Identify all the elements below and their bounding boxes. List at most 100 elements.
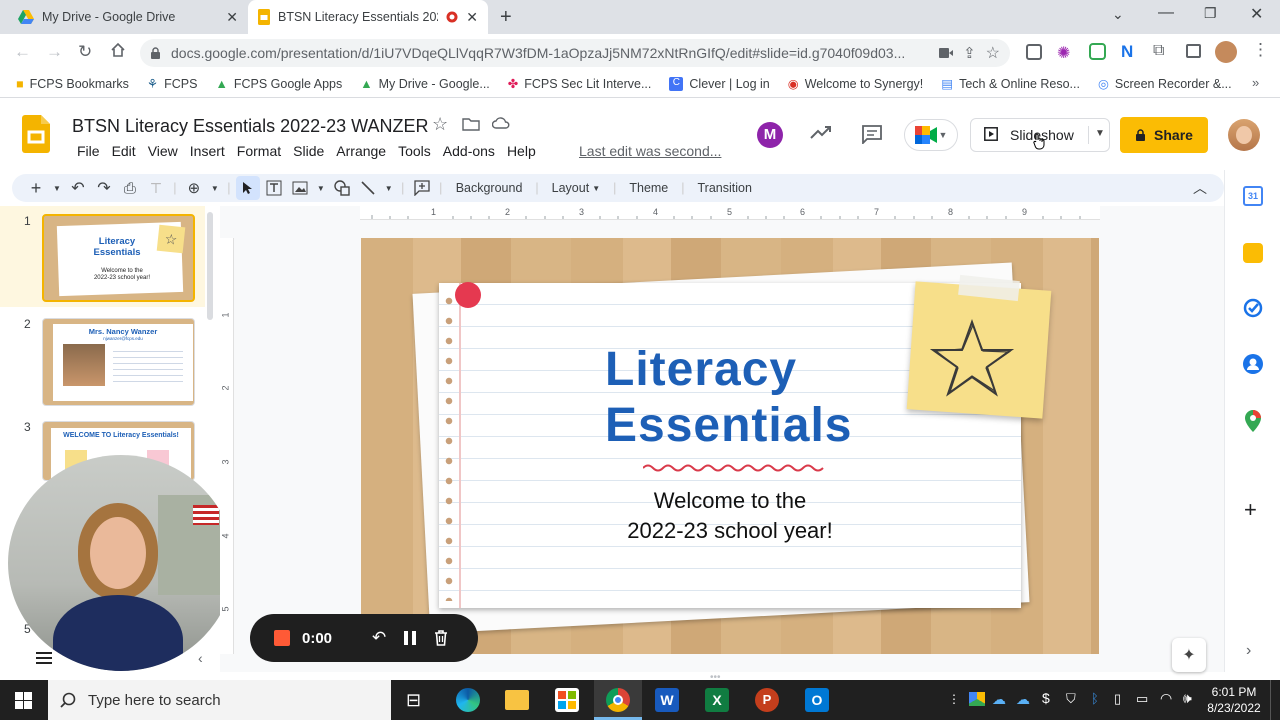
meet-button[interactable]: ▼ bbox=[904, 119, 958, 151]
url-bar[interactable]: docs.google.com/presentation/d/1iU7VDqeQ… bbox=[140, 39, 1010, 67]
close-icon[interactable]: ✕ bbox=[226, 9, 238, 26]
camera-icon[interactable] bbox=[939, 48, 954, 58]
task-view-icon[interactable]: ⊟ bbox=[406, 690, 421, 711]
last-edit-link[interactable]: Last edit was second... bbox=[579, 143, 721, 159]
calendar-icon[interactable]: 31 bbox=[1243, 186, 1263, 206]
tasks-icon[interactable] bbox=[1243, 298, 1263, 318]
tray-drive-icon[interactable] bbox=[969, 692, 985, 706]
menu-add-ons[interactable]: Add-ons bbox=[437, 143, 501, 159]
comments-icon[interactable] bbox=[861, 124, 883, 144]
taskbar-search-box[interactable]: Type here to search bbox=[48, 680, 391, 720]
side-panel-icon[interactable] bbox=[1186, 44, 1201, 58]
battery-icon[interactable]: ▭ bbox=[1136, 691, 1148, 707]
menu-edit[interactable]: Edit bbox=[106, 143, 142, 159]
undo-icon[interactable]: ↶ bbox=[66, 176, 90, 200]
slide-thumbnail-1[interactable]: ☆ Literacy Essentials Welcome to the 2022-… bbox=[42, 214, 195, 302]
volume-icon[interactable]: 🕪 bbox=[1183, 690, 1192, 707]
share-button[interactable]: Share bbox=[1120, 117, 1208, 153]
bookmark-fcps-google-apps[interactable]: ▲ FCPS Google Apps bbox=[206, 77, 351, 91]
back-arrow-icon[interactable]: ← bbox=[14, 42, 31, 62]
pause-icon[interactable] bbox=[404, 631, 417, 645]
maps-icon[interactable] bbox=[1245, 410, 1261, 432]
theme-button[interactable]: Theme bbox=[621, 176, 676, 200]
slideshow-play-icon[interactable] bbox=[984, 127, 998, 141]
image-icon[interactable] bbox=[288, 176, 312, 200]
chevron-down-icon[interactable]: ▼ bbox=[208, 176, 222, 200]
restart-icon[interactable]: ↶ bbox=[372, 628, 386, 648]
keep-icon[interactable] bbox=[1243, 243, 1263, 263]
tray-dollar-icon[interactable]: $ bbox=[1042, 690, 1050, 706]
print-icon[interactable]: ⎙ bbox=[118, 176, 142, 200]
layout-button[interactable]: Layout ▼ bbox=[544, 176, 608, 200]
bookmark-fcps-bookmarks[interactable]: ■ FCPS Bookmarks bbox=[0, 77, 138, 91]
expand-panel-icon[interactable]: › bbox=[1246, 642, 1251, 660]
bookmark-synergy[interactable]: ◉ Welcome to Synergy! bbox=[779, 76, 933, 92]
filmstrip-grid-view-icon[interactable] bbox=[36, 652, 54, 666]
tray-onedrive-business-icon[interactable]: ☁ bbox=[1016, 691, 1030, 708]
home-icon[interactable] bbox=[110, 42, 126, 58]
add-addon-icon[interactable]: + bbox=[1244, 497, 1257, 523]
word-icon[interactable]: W bbox=[655, 688, 679, 712]
tray-usb-icon[interactable]: ▯ bbox=[1114, 691, 1121, 707]
tray-mic-icon[interactable]: ⋮ bbox=[948, 692, 960, 706]
insert-comment-icon[interactable] bbox=[410, 176, 434, 200]
slideshow-dropdown-icon[interactable]: ▼ bbox=[1095, 128, 1105, 139]
edge-icon[interactable] bbox=[456, 688, 480, 712]
new-tab-icon[interactable]: + bbox=[500, 6, 512, 29]
menu-format[interactable]: Format bbox=[231, 143, 287, 159]
pocket-extension-icon[interactable] bbox=[1026, 44, 1042, 60]
stop-record-button[interactable] bbox=[274, 630, 290, 646]
flower-extension-icon[interactable]: ✺ bbox=[1057, 43, 1070, 63]
restore-icon[interactable]: ❐ bbox=[1204, 5, 1217, 22]
star-icon[interactable]: ☆ bbox=[986, 43, 1000, 63]
move-folder-icon[interactable] bbox=[462, 117, 480, 131]
windows-start-icon[interactable] bbox=[15, 692, 32, 709]
system-clock[interactable]: 6:01 PM 8/23/2022 bbox=[1204, 684, 1264, 716]
bookmark-tech-online[interactable]: ▤ Tech & Online Reso... bbox=[932, 76, 1089, 92]
wifi-icon[interactable]: ◠ bbox=[1160, 690, 1172, 707]
more-bookmarks-icon[interactable]: » bbox=[1252, 75, 1259, 90]
slides-logo-icon[interactable] bbox=[22, 115, 50, 153]
tab-my-drive[interactable]: My Drive - Google Drive ✕ bbox=[8, 0, 248, 34]
new-slide-icon[interactable]: + bbox=[24, 176, 48, 200]
activity-trend-icon[interactable] bbox=[810, 124, 832, 140]
share-icon[interactable]: ⇪ bbox=[963, 44, 976, 62]
powerpoint-icon[interactable]: P bbox=[755, 688, 779, 712]
window-close-icon[interactable]: ✕ bbox=[1250, 4, 1263, 24]
zoom-icon[interactable]: ⊕ bbox=[182, 176, 206, 200]
bookmark-fcps-sec-lit[interactable]: ✤ FCPS Sec Lit Interve... bbox=[499, 76, 661, 92]
profile-avatar[interactable] bbox=[1215, 41, 1237, 63]
bookmark-my-drive[interactable]: ▲ My Drive - Google... bbox=[351, 77, 499, 91]
menu-arrange[interactable]: Arrange bbox=[330, 143, 392, 159]
extensions-puzzle-icon[interactable]: ⧉ bbox=[1153, 42, 1164, 60]
forward-arrow-icon[interactable]: → bbox=[46, 42, 63, 62]
bookmark-screen-recorder[interactable]: ◎ Screen Recorder &... bbox=[1089, 76, 1241, 92]
explore-button[interactable]: ✦ bbox=[1172, 638, 1206, 672]
menu-insert[interactable]: Insert bbox=[184, 143, 231, 159]
outlook-icon[interactable]: O bbox=[805, 688, 829, 712]
chevron-down-icon[interactable]: ▼ bbox=[50, 176, 64, 200]
line-icon[interactable] bbox=[356, 176, 380, 200]
chevron-down-icon[interactable]: ▼ bbox=[382, 176, 396, 200]
text-box-icon[interactable] bbox=[262, 176, 286, 200]
menu-slide[interactable]: Slide bbox=[287, 143, 330, 159]
menu-view[interactable]: View bbox=[142, 143, 184, 159]
excel-icon[interactable]: X bbox=[705, 688, 729, 712]
trash-icon[interactable] bbox=[434, 630, 448, 646]
menu-help[interactable]: Help bbox=[501, 143, 542, 159]
n-extension-icon[interactable]: N bbox=[1121, 42, 1133, 62]
background-button[interactable]: Background bbox=[448, 176, 531, 200]
paint-format-icon[interactable]: ⊤ bbox=[144, 176, 168, 200]
bluetooth-icon[interactable]: ᛒ bbox=[1091, 691, 1099, 706]
tab-slides[interactable]: BTSN Literacy Essentials 2022- ✕ bbox=[248, 0, 488, 34]
slide-1-canvas[interactable]: Literacy Essentials Welcome to the 2022-… bbox=[361, 238, 1099, 654]
star-icon[interactable]: ☆ bbox=[432, 114, 448, 135]
minimize-icon[interactable]: — bbox=[1158, 4, 1174, 22]
user-avatar[interactable] bbox=[1228, 119, 1260, 151]
microsoft-store-icon[interactable] bbox=[555, 688, 579, 712]
contacts-icon[interactable] bbox=[1243, 354, 1263, 374]
webcam-bubble[interactable] bbox=[8, 455, 234, 671]
filmstrip-scrollbar[interactable] bbox=[207, 212, 213, 320]
close-icon[interactable]: ✕ bbox=[466, 9, 478, 26]
slide-title[interactable]: Literacy Essentials bbox=[605, 342, 852, 454]
